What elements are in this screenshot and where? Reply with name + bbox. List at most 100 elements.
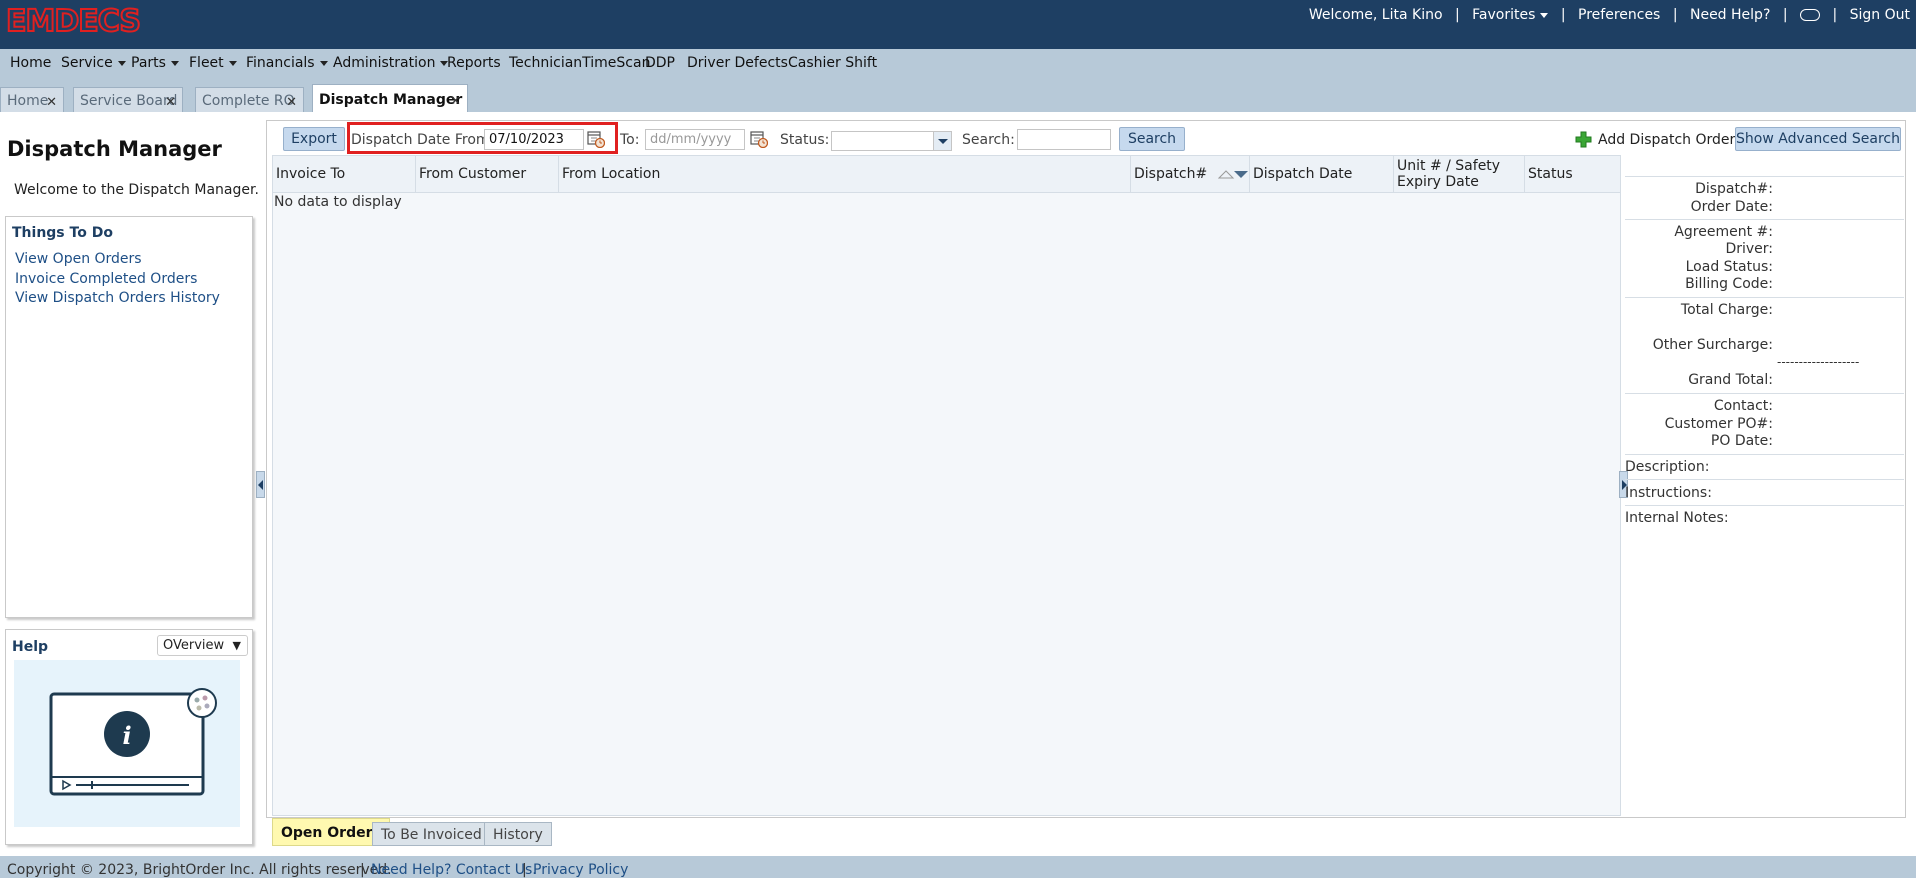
invoice-completed-orders-link[interactable]: Invoice Completed Orders <box>15 271 197 287</box>
video-info-icon: i <box>49 688 217 796</box>
close-icon[interactable]: ✕ <box>165 95 176 110</box>
view-dispatch-orders-history-link[interactable]: View Dispatch Orders History <box>15 290 220 306</box>
top-header: EMDECS Welcome, Lita Kino | Favorites | … <box>0 0 1916 49</box>
dispatch-date-from-label: Dispatch Date From: <box>351 132 495 148</box>
welcome-text: Welcome, Lita Kino <box>1308 7 1443 23</box>
column-header-from-customer[interactable]: From Customer <box>416 156 559 193</box>
sign-out-link[interactable]: Sign Out <box>1850 7 1910 23</box>
driver-label: Driver: <box>1725 241 1773 257</box>
to-label: To: <box>620 132 640 148</box>
menu-home[interactable]: Home <box>10 55 51 71</box>
po-date-label: PO Date: <box>1710 433 1773 449</box>
status-label: Status: <box>780 132 830 148</box>
left-panel: Dispatch Manager Welcome to the Dispatch… <box>0 112 262 856</box>
other-surcharge-label: Other Surcharge: <box>1652 337 1773 353</box>
dispatch-orders-grid: Invoice To From Customer From Location D… <box>272 155 1621 816</box>
calendar-icon[interactable] <box>587 130 605 148</box>
chevron-down-icon <box>1540 12 1549 18</box>
chat-icon[interactable] <box>1800 9 1820 21</box>
preferences-link[interactable]: Preferences <box>1578 7 1660 23</box>
chevron-down-icon <box>117 60 126 66</box>
page-title: Dispatch Manager <box>7 137 222 161</box>
add-dispatch-order-link[interactable]: Add Dispatch Order <box>1598 132 1735 148</box>
agreement-no-label: Agreement #: <box>1674 224 1773 240</box>
empty-grid-message: No data to display <box>274 194 402 210</box>
column-header-invoice-to[interactable]: Invoice To <box>273 156 416 193</box>
tab-history[interactable]: History <box>484 822 552 846</box>
export-button[interactable]: Export <box>283 127 345 151</box>
menu-driver-defects[interactable]: Driver Defects <box>687 55 788 71</box>
help-video-thumbnail[interactable]: i <box>14 660 240 827</box>
show-advanced-search-button[interactable]: Show Advanced Search <box>1735 127 1901 151</box>
menu-administration[interactable]: Administration <box>333 55 449 71</box>
order-date-label: Order Date: <box>1690 199 1773 215</box>
total-divider: ------------------- <box>1777 355 1860 369</box>
privacy-policy-link[interactable]: Privacy Policy <box>533 862 628 878</box>
menu-fleet[interactable]: Fleet <box>189 55 237 71</box>
menu-service[interactable]: Service <box>61 55 126 71</box>
dispatch-date-from-input[interactable]: 07/10/2023 <box>484 129 584 150</box>
menu-parts[interactable]: Parts <box>131 55 179 71</box>
tab-home[interactable]: Home ✕ <box>0 87 64 112</box>
chevron-down-icon <box>228 60 237 66</box>
search-button[interactable]: Search <box>1119 127 1185 151</box>
calendar-icon[interactable] <box>750 130 768 148</box>
menu-ddp[interactable]: DDP <box>645 55 675 71</box>
menu-financials[interactable]: Financials <box>246 55 328 71</box>
column-header-status[interactable]: Status <box>1525 156 1620 193</box>
tab-to-be-invoiced[interactable]: To Be Invoiced <box>372 822 491 846</box>
things-to-do-box: Things To Do View Open Orders Invoice Co… <box>5 216 253 618</box>
close-icon[interactable]: ✕ <box>450 94 461 109</box>
status-dropdown[interactable] <box>831 131 952 151</box>
customer-po-label: Customer PO#: <box>1664 416 1773 432</box>
contact-label: Contact: <box>1713 398 1773 414</box>
help-topic-select[interactable]: OVerview ▼ <box>157 635 248 656</box>
close-icon[interactable]: ✕ <box>46 95 57 110</box>
tab-complete-ro[interactable]: Complete RO ✕ <box>195 87 304 112</box>
tab-dispatch-manager[interactable]: Dispatch Manager ✕ <box>312 84 468 112</box>
internal-notes-label: Internal Notes: <box>1625 510 1729 526</box>
instructions-label: Instructions: <box>1625 485 1712 501</box>
favorites-menu[interactable]: Favorites <box>1472 7 1549 23</box>
grand-total-label: Grand Total: <box>1688 372 1773 388</box>
view-open-orders-link[interactable]: View Open Orders <box>15 251 142 267</box>
menu-technician-time-scan[interactable]: TechnicianTimeScan <box>509 55 650 71</box>
column-header-from-location[interactable]: From Location <box>559 156 1131 193</box>
chevron-down-icon <box>319 60 328 66</box>
menu-cashier-shift[interactable]: Cashier Shift <box>788 55 877 71</box>
grid-header: Invoice To From Customer From Location D… <box>273 156 1620 193</box>
footer: Copyright © 2023, BrightOrder Inc. All r… <box>0 856 1916 878</box>
contact-us-link[interactable]: Need Help? Contact Us. <box>371 862 537 878</box>
search-label: Search: <box>962 132 1015 148</box>
search-input[interactable] <box>1017 129 1111 150</box>
help-title: Help <box>12 639 49 655</box>
main-menu: Home Service Parts Fleet Financials Admi… <box>0 49 1916 77</box>
tab-service-board[interactable]: Service Board ✕ <box>73 87 183 112</box>
sort-icon[interactable] <box>1218 168 1248 180</box>
collapse-left-panel-button[interactable] <box>256 471 265 498</box>
svg-text:i: i <box>122 721 131 750</box>
plus-icon[interactable] <box>1575 131 1592 148</box>
description-label: Description: <box>1625 459 1710 475</box>
menu-reports[interactable]: Reports <box>447 55 501 71</box>
load-status-label: Load Status: <box>1685 259 1773 275</box>
welcome-message: Welcome to the Dispatch Manager. <box>14 182 259 198</box>
column-header-dispatch-date[interactable]: Dispatch Date <box>1250 156 1394 193</box>
tab-bar: Home ✕ Service Board ✕ Complete RO ✕ Dispat… <box>0 84 1916 112</box>
dispatch-no-label: Dispatch#: <box>1695 181 1773 197</box>
total-charge-label: Total Charge: <box>1680 302 1773 318</box>
emdecs-logo[interactable]: EMDECS <box>5 6 142 38</box>
chevron-down-icon[interactable] <box>933 132 951 150</box>
column-header-unit-safety-expiry[interactable]: Unit # / Safety Expiry Date <box>1394 156 1525 193</box>
chevron-down-icon: ▼ <box>232 639 241 652</box>
billing-code-label: Billing Code: <box>1685 276 1773 292</box>
need-help-link[interactable]: Need Help? <box>1690 7 1770 23</box>
things-to-do-title: Things To Do <box>12 225 113 241</box>
dispatch-date-to-input[interactable]: dd/mm/yyyy <box>645 129 745 150</box>
column-header-dispatch-no[interactable]: Dispatch# <box>1131 156 1250 193</box>
top-links: Welcome, Lita Kino | Favorites | Prefere… <box>1308 7 1910 23</box>
help-box: Help OVerview ▼ i <box>5 629 253 845</box>
close-icon[interactable]: ✕ <box>286 95 297 110</box>
chevron-down-icon <box>170 60 179 66</box>
copyright-text: Copyright © 2023, BrightOrder Inc. All r… <box>7 862 392 878</box>
